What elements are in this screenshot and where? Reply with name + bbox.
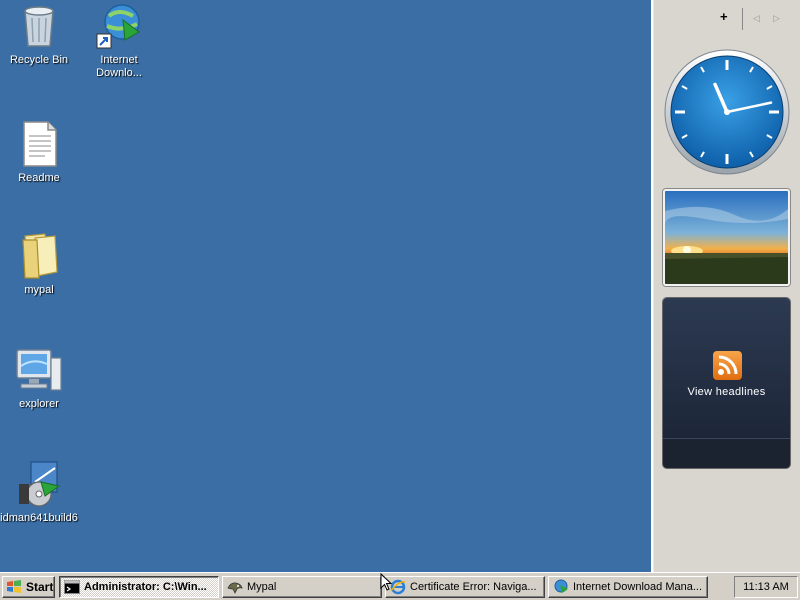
desktop-icon-label: Readme: [18, 172, 60, 184]
desktop-icon-label: Internet Downlo...: [96, 54, 142, 79]
clock-gadget[interactable]: [663, 48, 791, 176]
sidebar-prev-button[interactable]: ◁: [753, 13, 760, 24]
internet-download-manager-icon: [95, 2, 143, 50]
console-icon: [64, 579, 80, 595]
taskbar-button-label: Administrator: C:\Win...: [84, 581, 207, 593]
feed-headlines-gadget[interactable]: View headlines: [663, 298, 790, 468]
taskbar-button-label: Mypal: [247, 581, 277, 593]
internet-explorer-icon: [390, 579, 406, 595]
desktop-icon-label: mypal: [24, 284, 54, 296]
desktop: Recycle Bin Internet Downlo... Readme my…: [0, 0, 651, 572]
add-gadget-button[interactable]: +: [720, 9, 728, 24]
sidebar-next-button[interactable]: ▷: [773, 13, 780, 24]
slideshow-gadget[interactable]: [663, 189, 790, 286]
view-headlines-link[interactable]: View headlines: [663, 386, 790, 398]
taskbar-clock-text: 11:13 AM: [743, 581, 789, 593]
mypal-icon: [227, 579, 243, 595]
desktop-icon-label: Recycle Bin: [9, 54, 69, 66]
feed-footer: [663, 438, 790, 468]
sidebar-separator: [742, 8, 743, 30]
taskbar-button-label: Internet Download Mana...: [573, 581, 703, 593]
taskbar-button-administrator-console[interactable]: Administrator: C:\Win...: [59, 576, 219, 598]
internet-download-manager-icon: [553, 579, 569, 595]
taskbar: Start Administrator: C:\Win... Mypal Cer…: [0, 572, 800, 600]
desktop-icon-label: idman641build6: [0, 512, 78, 524]
start-label: Start: [26, 580, 54, 594]
taskbar-button-mypal[interactable]: Mypal: [222, 576, 382, 598]
desktop-icon-explorer[interactable]: explorer: [0, 346, 78, 411]
folder-icon: [15, 232, 63, 280]
rss-icon: [713, 351, 742, 380]
taskbar-button-certificate-error[interactable]: Certificate Error: Naviga...: [385, 576, 545, 598]
mouse-cursor-icon: [380, 572, 393, 592]
installer-icon: [15, 460, 63, 508]
text-document-icon: [15, 120, 63, 168]
desktop-icon-idman641build6[interactable]: idman641build6: [0, 460, 78, 525]
taskbar-button-internet-download-manager[interactable]: Internet Download Mana...: [548, 576, 708, 598]
recycle-bin-icon: [15, 2, 63, 50]
desktop-icon-label: explorer: [19, 398, 59, 410]
system-tray-clock[interactable]: 11:13 AM: [734, 576, 798, 598]
desktop-icon-readme[interactable]: Readme: [0, 120, 78, 185]
sunset-image: [665, 191, 788, 284]
taskbar-button-label: Certificate Error: Naviga...: [410, 581, 537, 593]
desktop-icon-recycle-bin[interactable]: Recycle Bin: [0, 2, 78, 67]
computer-icon: [15, 346, 63, 394]
desktop-icon-internet-download-manager[interactable]: Internet Downlo...: [80, 2, 158, 80]
windows-logo-icon: [6, 579, 22, 595]
start-button[interactable]: Start: [2, 576, 55, 598]
desktop-icon-mypal[interactable]: mypal: [0, 232, 78, 297]
windows-sidebar: + ◁ ▷ View headlines: [651, 0, 800, 572]
